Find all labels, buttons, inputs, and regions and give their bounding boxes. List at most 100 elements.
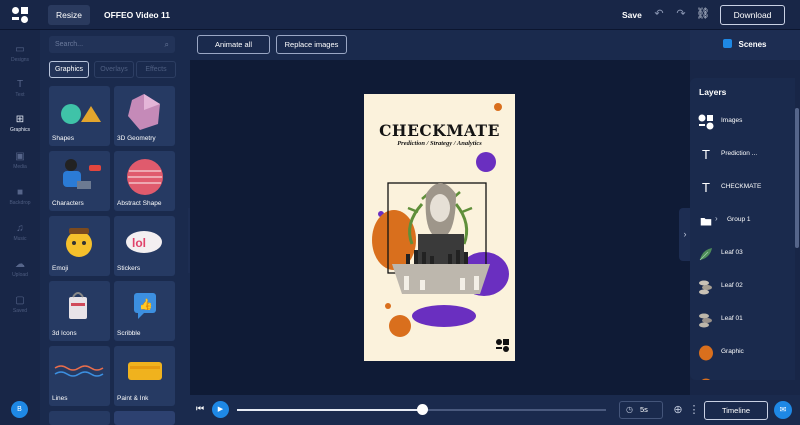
tile-paint-ink[interactable]: Paint & Ink: [114, 346, 175, 406]
tile-abstract-shape[interactable]: Abstract Shape: [114, 151, 175, 211]
offeo-logo[interactable]: [12, 7, 28, 23]
poster-canvas[interactable]: CHECKMATE Prediction / Strategy / Analyt…: [364, 94, 515, 361]
tile-label: Characters: [52, 200, 84, 207]
timeline-scrubber[interactable]: [237, 404, 606, 415]
timeline-button[interactable]: Timeline: [704, 401, 768, 420]
layer-item[interactable]: Leaf 01: [690, 304, 795, 336]
rail-label: Designs: [10, 57, 30, 63]
layer-item[interactable]: Graphic: [690, 337, 795, 369]
layer-item[interactable]: Images: [690, 106, 795, 138]
rail-item-media[interactable]: ▣ Media: [0, 147, 40, 183]
tile-shapes[interactable]: Shapes: [49, 86, 110, 146]
tab-effects[interactable]: Effects: [136, 61, 176, 78]
characters-thumbnail: [63, 159, 101, 189]
rail-label: Graphics: [9, 127, 30, 133]
leaf-icon: [699, 248, 712, 261]
redo-icon[interactable]: ↷: [674, 7, 688, 21]
animate-all-button[interactable]: Animate all: [197, 35, 270, 54]
zoom-icon[interactable]: ⊕: [671, 403, 685, 417]
scrubber-progress: [237, 409, 422, 411]
search-input[interactable]: Search... ⌕: [49, 36, 175, 53]
avatar[interactable]: B: [11, 401, 28, 418]
play-button[interactable]: ▶: [212, 401, 229, 418]
tile-scribble[interactable]: 👍 Scribble: [114, 281, 175, 341]
3d-icons-thumbnail: [69, 292, 87, 319]
rail-label: Backdrop: [9, 200, 31, 206]
layer-item[interactable]: Leaf 03: [690, 238, 795, 270]
download-button[interactable]: Download: [720, 5, 785, 25]
upload-icon: ☁: [15, 259, 25, 270]
chat-icon[interactable]: ✉: [774, 401, 792, 419]
text-icon: T: [16, 79, 24, 90]
abstract-thumbnail: [127, 159, 163, 195]
logo-icon: [698, 114, 714, 130]
music-icon: ♫: [16, 223, 24, 234]
rail-label: Upload: [12, 272, 28, 278]
tile-more[interactable]: [114, 411, 175, 425]
svg-text:👍: 👍: [139, 298, 153, 311]
tile-3d-icons[interactable]: 3d Icons: [49, 281, 110, 341]
tile-stickers[interactable]: lol Stickers: [114, 216, 175, 276]
layer-item[interactable]: T CHECKMATE: [690, 172, 795, 204]
clock-icon: ◷: [626, 405, 633, 414]
tile-label: 3d Icons: [52, 330, 77, 337]
layers-title: Layers: [699, 87, 727, 97]
rail-item-backdrop[interactable]: ■ Backdrop: [0, 183, 40, 219]
save-button[interactable]: Save: [622, 5, 642, 25]
scribble-thumbnail: 👍: [134, 293, 156, 319]
tile-emoji[interactable]: Emoji: [49, 216, 110, 276]
layer-item[interactable]: T Prediction ...: [690, 139, 795, 171]
tile-label: 3D Geometry: [117, 135, 156, 142]
rail-item-upload[interactable]: ☁ Upload: [0, 255, 40, 291]
shapes-thumbnail: [61, 104, 101, 124]
tile-characters[interactable]: Characters: [49, 151, 110, 211]
layer-label: Leaf 03: [721, 249, 743, 256]
layer-label: Leaf 01: [721, 315, 743, 322]
designs-icon: ▭: [15, 44, 25, 55]
orange-blob-icon: [699, 345, 713, 361]
rail-item-text[interactable]: T Text: [0, 75, 40, 111]
poster-artwork[interactable]: [364, 94, 515, 361]
top-bar: Resize OFFEO Video 11 Save ↶ ↷ ⛓ Downloa…: [0, 0, 800, 30]
duration-field[interactable]: ◷ 5s: [619, 401, 663, 419]
tile-label: Scribble: [117, 330, 141, 337]
lines-thumbnail: [54, 365, 104, 377]
search-icon: ⌕: [164, 40, 169, 49]
replace-images-button[interactable]: Replace images: [276, 35, 347, 54]
rail-item-graphics[interactable]: ⊞ Graphics: [0, 110, 40, 146]
layer-item[interactable]: [690, 370, 795, 380]
layer-item[interactable]: Leaf 02: [690, 271, 795, 303]
tile-3d-geometry[interactable]: 3D Geometry: [114, 86, 175, 146]
more-options-icon[interactable]: ⋮: [687, 403, 701, 417]
text-icon: T: [702, 180, 710, 195]
folder-icon: [700, 218, 712, 226]
layers-scrollbar[interactable]: [795, 108, 799, 248]
layer-group[interactable]: › Group 1: [690, 205, 795, 237]
rail-item-designs[interactable]: ▭ Designs: [0, 40, 40, 76]
tile-label: Stickers: [117, 265, 141, 272]
undo-icon[interactable]: ↶: [652, 7, 666, 21]
scenes-tab[interactable]: Scenes: [690, 30, 800, 60]
resize-button[interactable]: Resize: [48, 5, 90, 25]
layer-label: Graphic: [721, 348, 744, 355]
leaf-icon: [699, 280, 712, 295]
scenes-label: Scenes: [738, 40, 767, 49]
project-name[interactable]: OFFEO Video 11: [104, 5, 170, 25]
rail-item-music[interactable]: ♫ Music: [0, 219, 40, 255]
orange-blob-icon: [701, 378, 711, 380]
saved-icon: ▢: [15, 295, 25, 306]
rail-item-saved[interactable]: ▢ Saved: [0, 291, 40, 327]
assets-panel: Search... ⌕ Graphics Overlays Effects Sh…: [40, 30, 190, 425]
link-icon[interactable]: ⛓: [696, 7, 710, 21]
tab-overlays[interactable]: Overlays: [94, 61, 134, 78]
layer-label: Group 1: [727, 216, 751, 223]
tab-graphics[interactable]: Graphics: [49, 61, 89, 78]
backdrop-icon: ■: [16, 187, 24, 198]
tile-lines[interactable]: Lines: [49, 346, 110, 406]
scrubber-handle[interactable]: [416, 404, 428, 415]
layer-label: Leaf 02: [721, 282, 743, 289]
tile-more[interactable]: [49, 411, 110, 425]
chevron-right-icon[interactable]: ›: [715, 214, 718, 223]
stickers-thumbnail: lol: [126, 231, 162, 253]
skip-back-icon[interactable]: ⏮: [196, 403, 204, 414]
